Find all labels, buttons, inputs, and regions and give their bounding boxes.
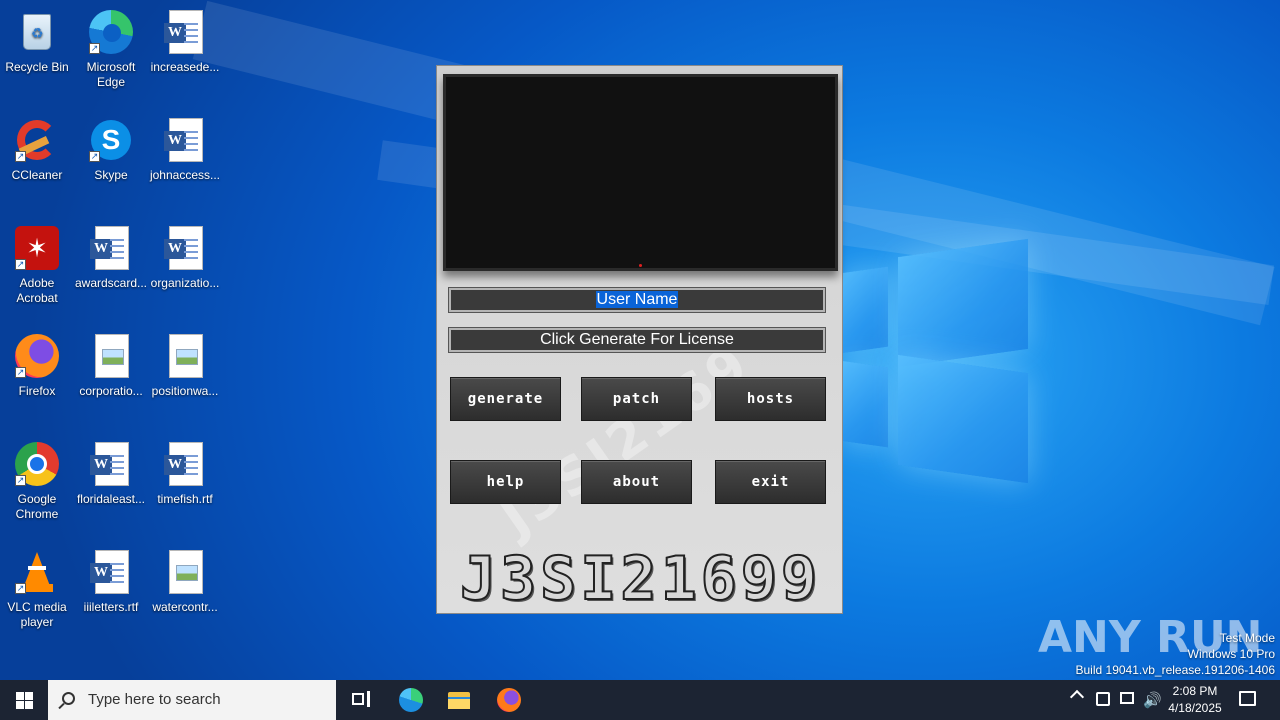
windows-wallpaper-logo	[840, 238, 1030, 484]
task-view-icon[interactable]	[350, 688, 374, 712]
notification-center-icon[interactable]	[1239, 691, 1256, 706]
word-doc-icon: W	[161, 440, 209, 488]
desktop-icon-label: johnaccess...	[149, 168, 221, 182]
clock-time: 2:08 PM	[1172, 684, 1218, 698]
desktop-icon[interactable]: ↗ Firefox	[0, 332, 74, 399]
desktop-icon[interactable]: ✶ ↗ Adobe Acrobat	[0, 224, 74, 306]
acrobat-icon: ✶ ↗	[13, 224, 61, 272]
desktop-icon[interactable]: ↗ Microsoft Edge	[74, 8, 148, 90]
desktop-icon[interactable]: ♻ Recycle Bin	[0, 8, 74, 75]
skype-icon: S ↗	[87, 116, 135, 164]
desktop-icon[interactable]: ↗ CCleaner	[0, 116, 74, 183]
chrome-icon: ↗	[13, 440, 61, 488]
test-mode-label: Test Mode	[1219, 631, 1275, 645]
file-explorer-icon[interactable]	[447, 688, 471, 712]
edge-icon: ↗	[87, 8, 135, 56]
build-label: Build 19041.vb_release.191206-1406	[1075, 663, 1276, 677]
start-button[interactable]	[0, 680, 48, 720]
desktop-icon[interactable]: Wfloridaleast...	[74, 440, 148, 507]
desktop-icon-label: awardscard...	[74, 276, 148, 290]
desktop-icon[interactable]: Wiiiletters.rtf	[74, 548, 148, 615]
image-file-icon	[161, 548, 209, 596]
desktop-icon-label: VLC media player	[7, 600, 67, 629]
desktop-icon-label: Recycle Bin	[5, 60, 69, 74]
desktop-icon-label: watercontr...	[152, 600, 218, 614]
license-output-field[interactable]: Click Generate For License	[448, 327, 826, 353]
desktop-icon-label: Microsoft Edge	[86, 60, 136, 89]
taskbar: Type here to search 🔊 2:08 PM 4/18/2025	[0, 680, 1280, 720]
desktop-icon-label: Adobe Acrobat	[16, 276, 58, 305]
image-file-icon	[87, 332, 135, 380]
desktop-icon[interactable]: watercontr...	[148, 548, 222, 615]
desktop-icon-label: Skype	[94, 168, 128, 182]
desktop-icon-label: organizatio...	[150, 276, 220, 290]
desktop-icon[interactable]: S ↗ Skype	[74, 116, 148, 183]
image-file-icon	[161, 332, 209, 380]
word-doc-icon: W	[87, 440, 135, 488]
windows-edition-label: Windows 10 Pro	[1187, 647, 1275, 661]
desktop-icon[interactable]: positionwa...	[148, 332, 222, 399]
volume-icon[interactable]: 🔊	[1143, 691, 1162, 709]
system-info: Test Mode Windows 10 Pro Build 19041.vb_…	[1076, 630, 1276, 678]
word-doc-icon: W	[87, 548, 135, 596]
desktop-icon-label: positionwa...	[151, 384, 219, 398]
username-input[interactable]: User Name	[448, 287, 826, 313]
help-button[interactable]: Help	[450, 460, 561, 504]
edge-taskbar-icon[interactable]	[399, 688, 423, 712]
desktop-icon-label: Google Chrome	[15, 492, 59, 521]
hosts-button[interactable]: Hosts	[715, 377, 826, 421]
username-selected-text: User Name	[595, 291, 679, 308]
desktop-icon-label: Firefox	[18, 384, 56, 398]
search-placeholder: Type here to search	[88, 691, 221, 708]
windows-logo-icon	[16, 692, 24, 700]
show-hidden-icons-chevron-icon[interactable]	[1069, 689, 1085, 705]
desktop-icon[interactable]: corporatio...	[74, 332, 148, 399]
generate-button[interactable]: Generate	[450, 377, 561, 421]
taskbar-clock[interactable]: 2:08 PM 4/18/2025	[1160, 683, 1230, 717]
network-icon[interactable]	[1120, 692, 1134, 704]
search-icon	[62, 692, 75, 705]
recycle-bin-icon: ♻	[13, 8, 61, 56]
ccleaner-icon: ↗	[13, 116, 61, 164]
word-doc-icon: W	[161, 8, 209, 56]
desktop-icon[interactable]: Wtimefish.rtf	[148, 440, 222, 507]
power-led	[639, 264, 642, 267]
firefox-taskbar-icon[interactable]	[497, 688, 521, 712]
tv-display-screen	[443, 74, 838, 271]
taskbar-search-box[interactable]: Type here to search	[48, 680, 336, 720]
network-meeting-icon[interactable]	[1096, 692, 1110, 706]
vlc-icon: ↗	[13, 548, 61, 596]
desktop-icon-label: increasede...	[150, 60, 220, 74]
desktop-icon[interactable]: ↗ Google Chrome	[0, 440, 74, 522]
firefox-icon: ↗	[13, 332, 61, 380]
exit-button[interactable]: Exit	[715, 460, 826, 504]
clock-date: 4/18/2025	[1168, 701, 1222, 715]
desktop-icon[interactable]: Wincreasede...	[148, 8, 222, 75]
word-doc-icon: W	[87, 224, 135, 272]
about-button[interactable]: About	[581, 460, 692, 504]
word-doc-icon: W	[161, 116, 209, 164]
patch-button[interactable]: Patch	[581, 377, 692, 421]
desktop-icon[interactable]: Worganizatio...	[148, 224, 222, 291]
desktop-icon-label: CCleaner	[11, 168, 63, 182]
desktop-icon[interactable]: Wawardscard...	[74, 224, 148, 291]
word-doc-icon: W	[161, 224, 209, 272]
desktop-icon-label: floridaleast...	[76, 492, 146, 506]
keygen-window[interactable]: J3SI2169 User Name Click Generate For Li…	[436, 65, 843, 614]
desktop-icon[interactable]: Wjohnaccess...	[148, 116, 222, 183]
app-logo: J3SI21699	[459, 544, 822, 614]
desktop-icon-label: timefish.rtf	[157, 492, 213, 506]
desktop-icon-label: iiiletters.rtf	[83, 600, 139, 614]
desktop-icon[interactable]: ↗ VLC media player	[0, 548, 74, 630]
desktop-icon-label: corporatio...	[79, 384, 143, 398]
